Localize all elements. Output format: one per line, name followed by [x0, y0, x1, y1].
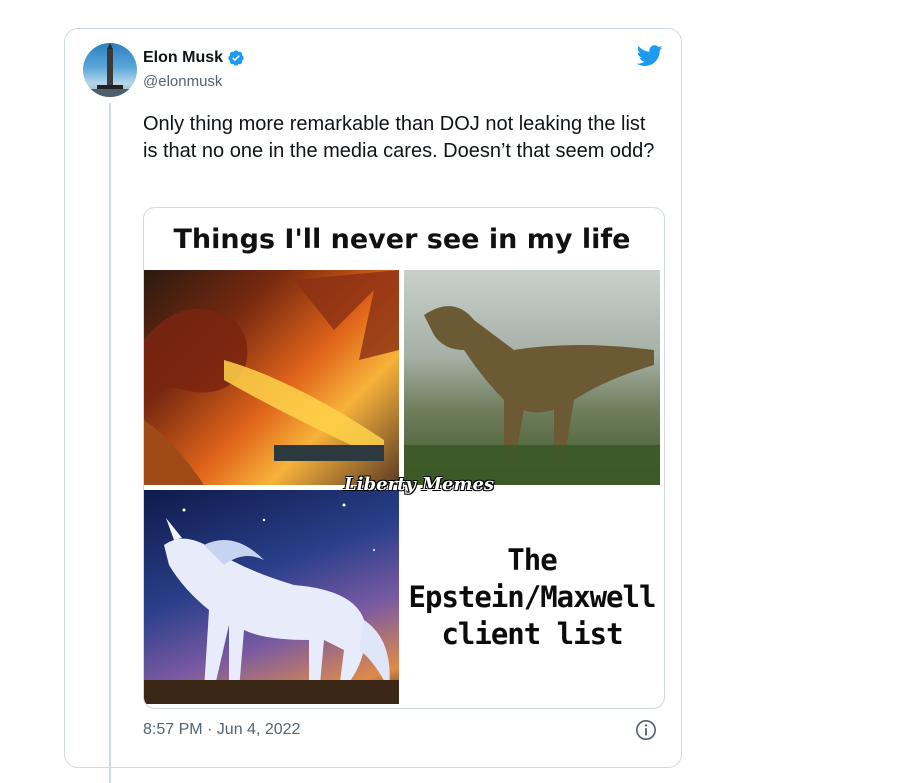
t-rex-panel	[404, 270, 660, 485]
tweet-card[interactable]: Elon Musk @elonmusk Only thing more rema…	[64, 28, 682, 783]
client-list-text: The Epstein/Maxwell client list	[408, 542, 657, 653]
author-handle[interactable]: @elonmusk	[143, 73, 222, 90]
client-list-line-1: The	[507, 542, 557, 577]
author-name-row[interactable]: Elon Musk	[143, 49, 245, 67]
tweet-timestamp[interactable]: 8:57 PM · Jun 4, 2022	[143, 721, 300, 739]
tweet-text: Only thing more remarkable than DOJ not …	[143, 113, 655, 162]
client-list-line-3: client list	[441, 616, 623, 651]
dragon-illustration	[144, 270, 399, 485]
unicorn-illustration	[144, 503, 399, 704]
client-list-panel: The Epstein/Maxwell client list	[404, 490, 660, 704]
t-rex-illustration	[404, 306, 660, 485]
client-list-line-2: Epstein/Maxwell	[408, 579, 657, 614]
dragon-panel	[144, 270, 399, 485]
meme-title: Things I'll never see in my life	[173, 223, 631, 255]
verified-badge-icon	[228, 50, 244, 66]
thread-line	[109, 103, 111, 783]
rocket-avatar-image	[83, 43, 137, 97]
info-icon[interactable]	[635, 719, 657, 741]
twitter-bird-icon[interactable]	[637, 45, 663, 67]
author-avatar[interactable]	[83, 43, 137, 97]
unicorn-panel	[144, 490, 399, 704]
author-display-name[interactable]: Elon Musk	[143, 49, 223, 67]
tweet-media-image[interactable]: Things I'll never see in my life The Eps…	[143, 207, 665, 709]
meme-watermark: Liberty Memes	[344, 474, 495, 495]
